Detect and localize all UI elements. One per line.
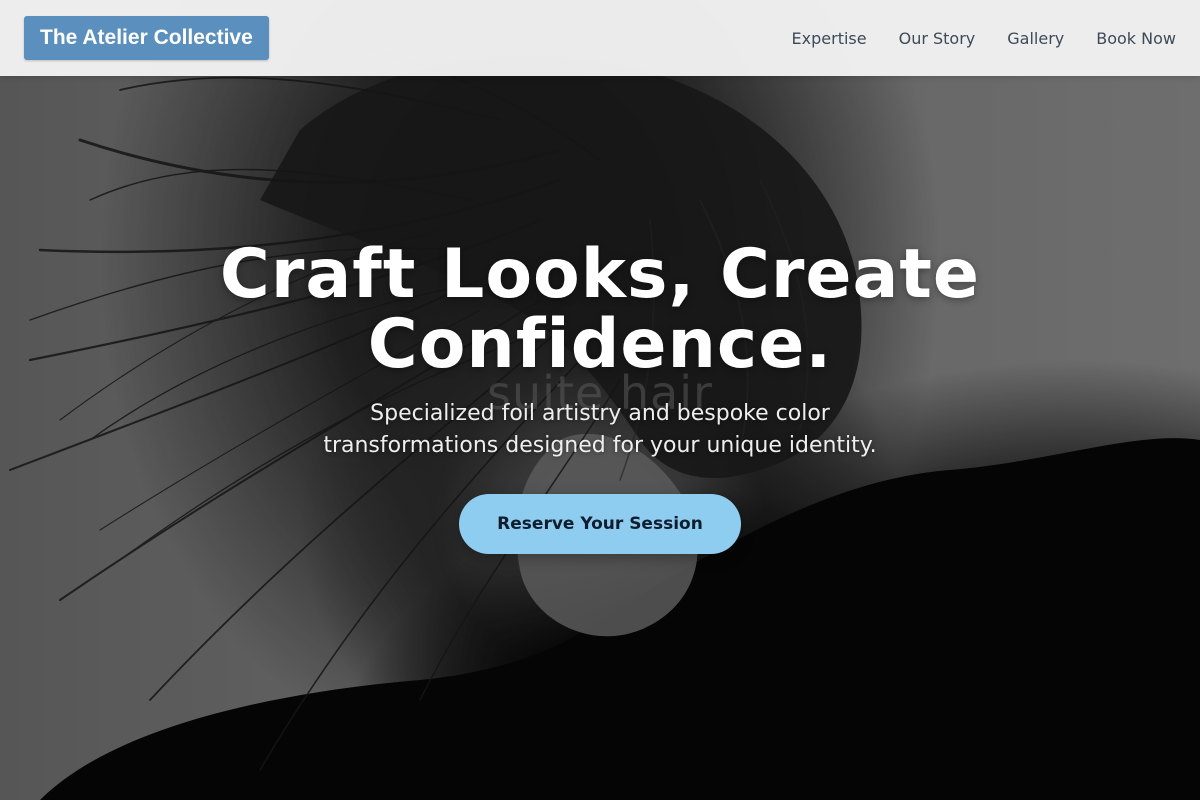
hero-section: Craft Looks, Create Confidence. Speciali… — [0, 240, 1200, 554]
hero-title: Craft Looks, Create Confidence. — [219, 235, 981, 384]
nav-link-book-now[interactable]: Book Now — [1096, 29, 1176, 48]
nav-link-gallery[interactable]: Gallery — [1007, 29, 1064, 48]
hero-subtitle: Specialized foil artistry and bespoke co… — [323, 401, 877, 458]
site-header: The Atelier Collective Expertise Our Sto… — [0, 0, 1200, 76]
brand-logo[interactable]: The Atelier Collective — [24, 16, 269, 60]
nav-link-expertise[interactable]: Expertise — [792, 29, 867, 48]
nav-link-our-story[interactable]: Our Story — [899, 29, 976, 48]
reserve-session-button[interactable]: Reserve Your Session — [459, 494, 741, 554]
main-nav: Expertise Our Story Gallery Book Now — [792, 0, 1176, 76]
page: suite hair The Atelier Collective Expert… — [0, 0, 1200, 800]
